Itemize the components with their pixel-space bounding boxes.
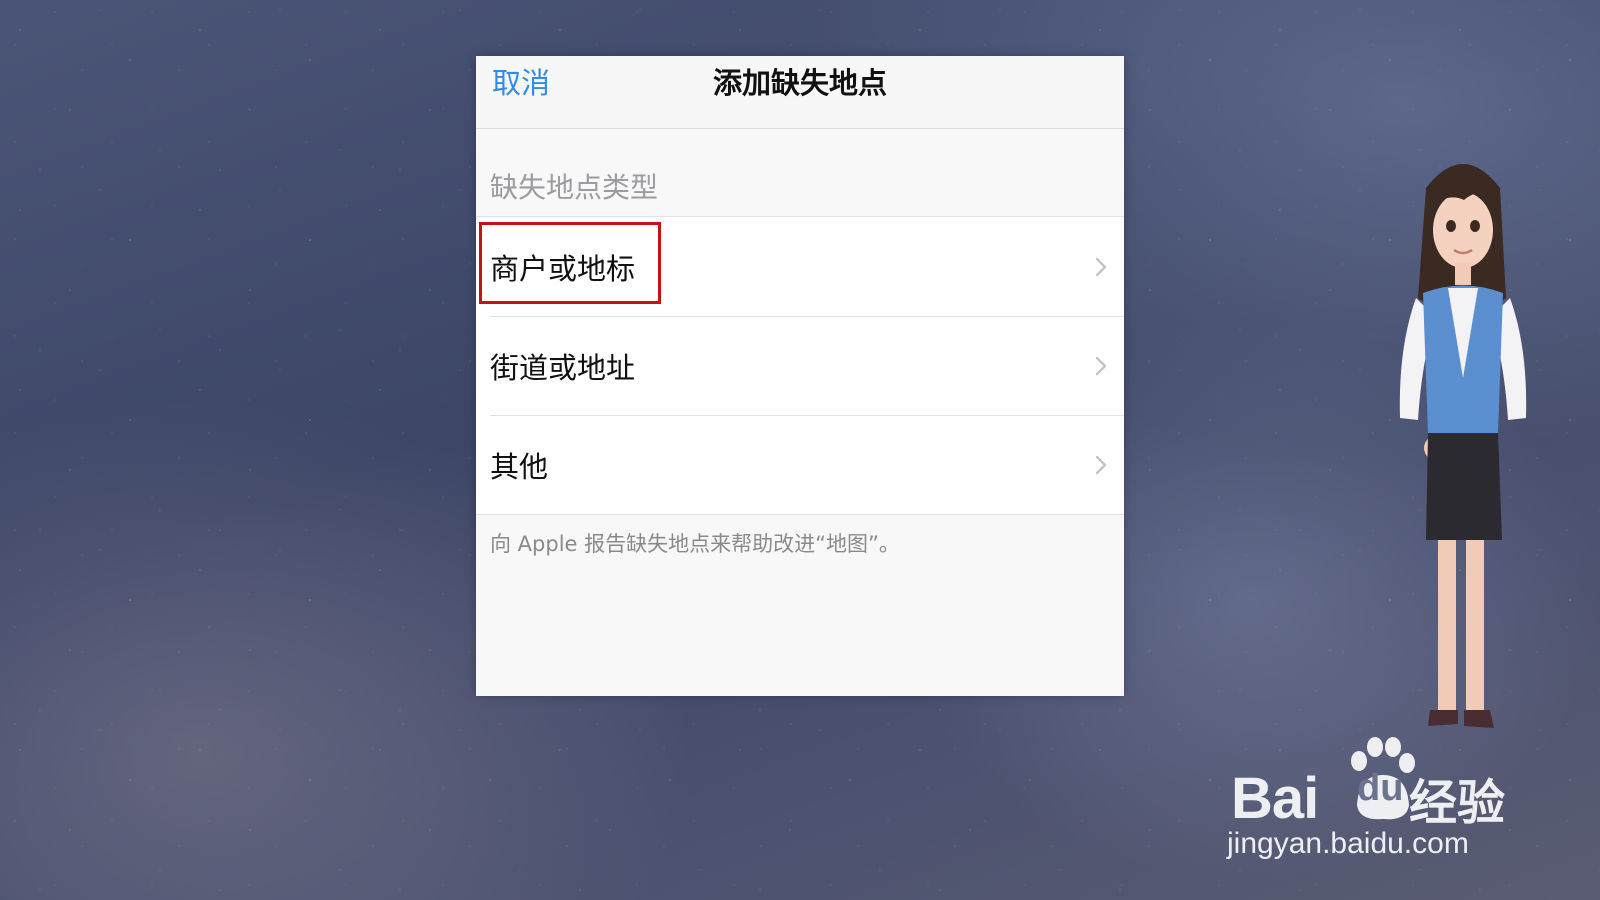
baidu-jingyan-watermark: Bai du 经验 jingyan.baidu.com	[1225, 735, 1525, 865]
list-item-label: 街道或地址	[490, 350, 636, 385]
list-item-other[interactable]: 其他	[476, 415, 1124, 514]
watermark-brand-du: du	[1357, 767, 1404, 809]
list-item-business-or-landmark[interactable]: 商户或地标	[476, 217, 1124, 316]
chevron-right-icon	[1095, 257, 1107, 276]
watermark-brand-bai: Bai	[1231, 766, 1319, 831]
place-type-list: 商户或地标 街道或地址 其他	[476, 216, 1124, 515]
watermark-brand-suffix: 经验	[1409, 775, 1506, 831]
list-item-label: 其他	[490, 449, 549, 484]
list-item-label: 商户或地标	[490, 251, 636, 286]
chevron-right-icon	[1095, 455, 1107, 474]
section-header: 缺失地点类型	[490, 171, 659, 204]
presenter-avatar	[1399, 164, 1527, 728]
watermark-url: jingyan.baidu.com	[1227, 827, 1469, 860]
footer-note: 向 Apple 报告缺失地点来帮助改进“地图”。	[490, 532, 900, 556]
chevron-right-icon	[1095, 356, 1107, 375]
navigation-bar: 取消 添加缺失地点	[476, 56, 1124, 129]
page-title: 添加缺失地点	[712, 66, 887, 100]
add-missing-place-screen: 取消 添加缺失地点 缺失地点类型 商户或地标 街道或地址 其他 向 Apple …	[476, 56, 1124, 696]
list-item-street-or-address[interactable]: 街道或地址	[476, 316, 1124, 415]
